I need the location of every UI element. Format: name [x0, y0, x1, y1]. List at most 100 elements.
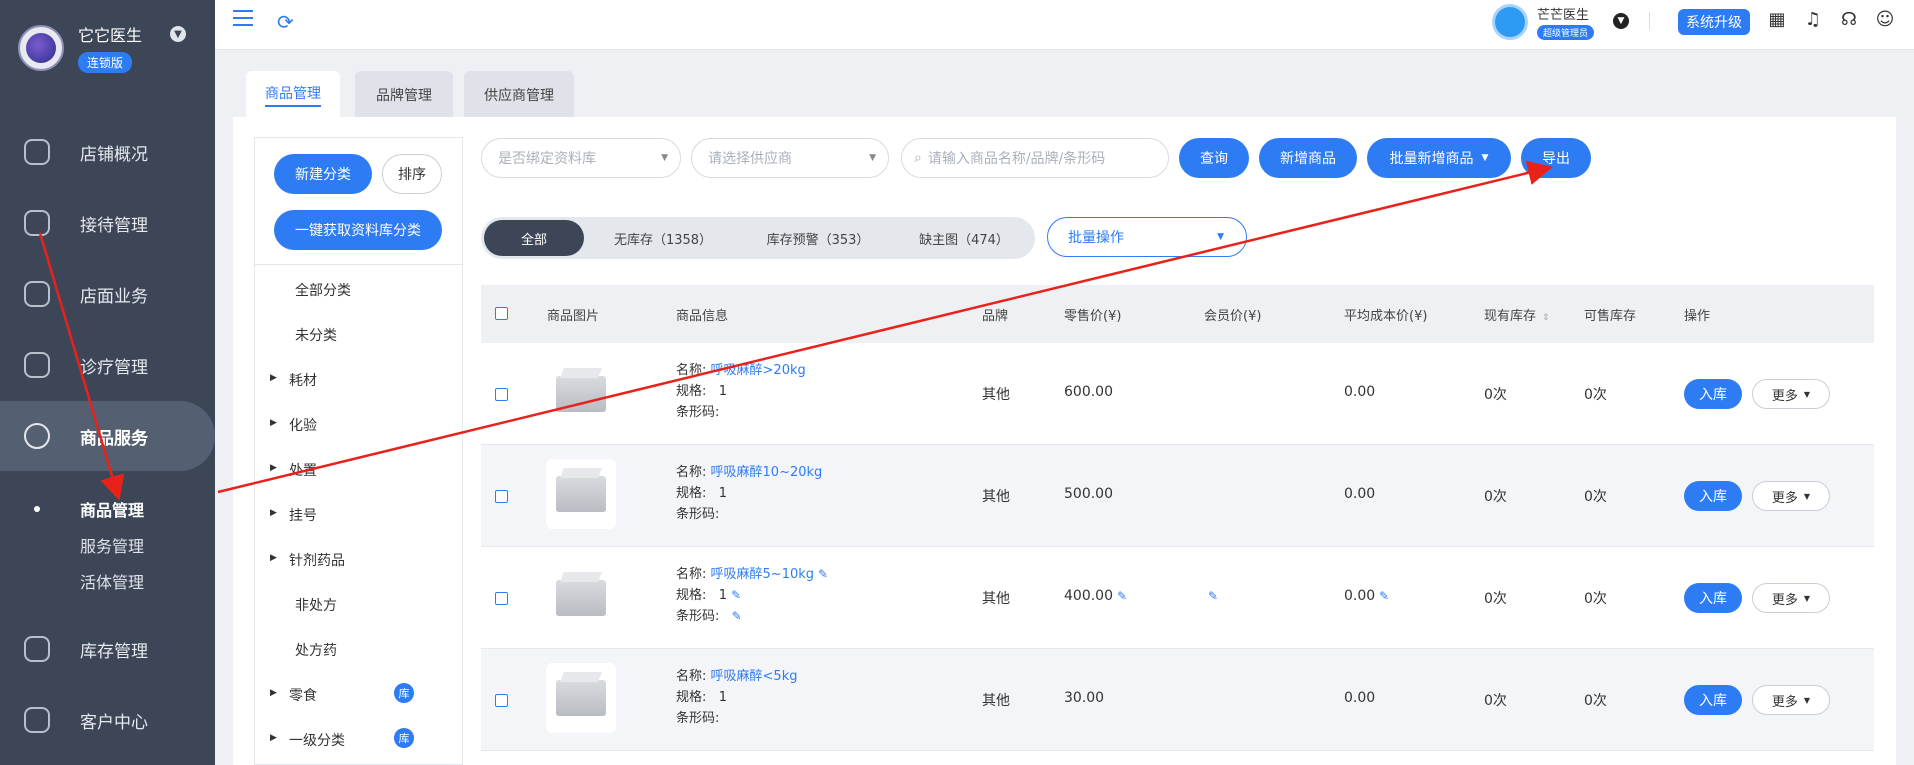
- subnav-live-management[interactable]: 活体管理: [80, 569, 144, 593]
- category-item[interactable]: 未分类: [295, 325, 337, 345]
- column-header[interactable]: 现有库存 ⇕: [1484, 305, 1550, 324]
- supplier-select[interactable]: 请选择供应商 ▼: [691, 138, 889, 178]
- category-item[interactable]: 零食: [289, 685, 317, 705]
- more-button[interactable]: 更多 ▼: [1752, 685, 1830, 715]
- cost-price-cell: 0.00: [1344, 384, 1376, 400]
- chevron-down-icon[interactable]: ▼: [170, 26, 186, 42]
- tab-brand-management[interactable]: 品牌管理: [355, 71, 453, 119]
- query-button[interactable]: 查询: [1179, 138, 1249, 178]
- edit-icon[interactable]: ✎: [732, 609, 742, 623]
- stock-in-button[interactable]: 入库: [1684, 583, 1742, 613]
- user-settings-icon[interactable]: ☺: [1874, 8, 1896, 30]
- category-item[interactable]: 处方药: [295, 640, 337, 660]
- column-header: 品牌: [982, 309, 1009, 324]
- edit-icon[interactable]: ✎: [818, 567, 828, 581]
- avatar[interactable]: [1492, 4, 1528, 40]
- subnav-service-management[interactable]: 服务管理: [80, 533, 144, 557]
- system-upgrade-button[interactable]: 系统升级: [1678, 9, 1750, 35]
- category-item[interactable]: 耗材: [289, 370, 317, 390]
- nav-inventory[interactable]: 库存管理: [0, 614, 215, 684]
- retail-price-cell: 600.00: [1064, 384, 1113, 400]
- caret-right-icon[interactable]: ▶: [270, 463, 277, 473]
- product-image[interactable]: [546, 663, 616, 733]
- row-checkbox[interactable]: [495, 592, 508, 605]
- more-button[interactable]: 更多 ▼: [1752, 583, 1830, 613]
- nav-label: 店面业务: [80, 286, 148, 307]
- tab-goods-management[interactable]: 商品管理: [246, 71, 340, 119]
- edit-icon[interactable]: ✎: [731, 588, 741, 602]
- brand-cell: 其他: [982, 489, 1010, 505]
- edit-icon[interactable]: ✎: [1117, 589, 1127, 603]
- category-item[interactable]: 处置: [289, 460, 317, 480]
- nav-store-business[interactable]: 店面业务: [0, 259, 215, 329]
- stock-in-button[interactable]: 入库: [1684, 379, 1742, 409]
- more-button[interactable]: 更多 ▼: [1752, 379, 1830, 409]
- calendar-icon[interactable]: ▦: [1766, 8, 1788, 30]
- menu-icon[interactable]: [233, 10, 253, 28]
- edit-icon[interactable]: ✎: [1208, 589, 1218, 603]
- stock-in-button[interactable]: 入库: [1684, 685, 1742, 715]
- select-placeholder: 是否绑定资料库: [498, 151, 596, 167]
- product-name-link[interactable]: 呼吸麻醉>20kg: [711, 363, 806, 378]
- nav-diagnosis[interactable]: 诊疗管理: [0, 330, 215, 400]
- product-name-link[interactable]: 呼吸麻醉10~20kg: [711, 465, 823, 480]
- product-image[interactable]: [546, 359, 616, 429]
- caret-right-icon[interactable]: ▶: [270, 508, 277, 518]
- caret-right-icon[interactable]: ▶: [270, 553, 277, 563]
- caret-right-icon[interactable]: ▶: [270, 688, 277, 698]
- category-item[interactable]: 针剂药品: [289, 550, 345, 570]
- select-all-checkbox[interactable]: [495, 307, 508, 320]
- bell-icon[interactable]: ♫: [1802, 8, 1824, 30]
- row-checkbox[interactable]: [495, 490, 508, 503]
- sellable-stock-cell: 0次: [1584, 387, 1607, 403]
- edit-icon[interactable]: ✎: [1379, 589, 1389, 603]
- caret-right-icon[interactable]: ▶: [270, 373, 277, 383]
- caret-right-icon[interactable]: ▶: [270, 733, 277, 743]
- brand-cell: 其他: [982, 693, 1010, 709]
- product-name-link[interactable]: 呼吸麻醉<5kg: [711, 669, 798, 684]
- segment-stock-warning[interactable]: 库存预警（353）: [743, 220, 893, 256]
- nav-reception[interactable]: 接待管理: [0, 188, 215, 258]
- member-price-cell: ✎: [1204, 588, 1218, 604]
- chevron-down-icon[interactable]: ▼: [1613, 13, 1629, 29]
- bind-library-select[interactable]: 是否绑定资料库 ▼: [481, 138, 681, 178]
- export-button[interactable]: 导出: [1521, 138, 1591, 178]
- refresh-icon[interactable]: ⟳: [277, 10, 294, 34]
- batch-operation-select[interactable]: 批量操作 ▼: [1047, 217, 1247, 257]
- category-item[interactable]: 非处方: [295, 595, 337, 615]
- segment-no-stock[interactable]: 无库存（1358）: [593, 220, 733, 256]
- more-button[interactable]: 更多 ▼: [1752, 481, 1830, 511]
- row-checkbox[interactable]: [495, 694, 508, 707]
- nav-goods-services[interactable]: 商品服务: [0, 401, 215, 471]
- user-role-badge: 超级管理员: [1537, 25, 1595, 40]
- sort-button[interactable]: 排序: [382, 154, 442, 194]
- nav-store-overview[interactable]: 店铺概况: [0, 117, 215, 187]
- product-image[interactable]: [546, 459, 616, 529]
- search-input[interactable]: ⌕ 请输入商品名称/品牌/条形码: [901, 138, 1169, 178]
- category-item[interactable]: 挂号: [289, 505, 317, 525]
- edition-badge: 连锁版: [78, 52, 133, 73]
- subnav-goods-management[interactable]: 商品管理: [80, 497, 144, 521]
- fetch-library-categories-button[interactable]: 一键获取资料库分类: [274, 210, 442, 250]
- segment-all[interactable]: 全部: [484, 220, 584, 256]
- add-goods-button[interactable]: 新增商品: [1259, 138, 1357, 178]
- segment-missing-image[interactable]: 缺主图（474）: [897, 220, 1031, 256]
- nav-customer-center[interactable]: 客户中心: [0, 685, 215, 755]
- row-checkbox[interactable]: [495, 388, 508, 401]
- tab-supplier-management[interactable]: 供应商管理: [464, 71, 574, 119]
- select-label: 批量操作: [1068, 230, 1124, 246]
- headset-icon[interactable]: ☊: [1838, 8, 1860, 30]
- category-item[interactable]: 化验: [289, 415, 317, 435]
- category-item[interactable]: 一级分类: [289, 730, 345, 750]
- new-category-button[interactable]: 新建分类: [274, 154, 372, 194]
- clinic-name: 它它医生: [78, 26, 143, 45]
- bulk-add-goods-button[interactable]: 批量新增商品 ▼: [1367, 138, 1511, 178]
- barcode-label: 条形码:: [676, 405, 720, 420]
- product-image[interactable]: [546, 563, 616, 633]
- caret-right-icon[interactable]: ▶: [270, 418, 277, 428]
- category-item[interactable]: 全部分类: [295, 280, 351, 300]
- table-row: 名称: 呼吸麻醉10~20kg 规格: 1 条形码: 其他 500.00 0.0…: [481, 445, 1874, 547]
- nav-label: 库存管理: [80, 641, 148, 662]
- stock-in-button[interactable]: 入库: [1684, 481, 1742, 511]
- product-name-link[interactable]: 呼吸麻醉5~10kg: [711, 567, 815, 582]
